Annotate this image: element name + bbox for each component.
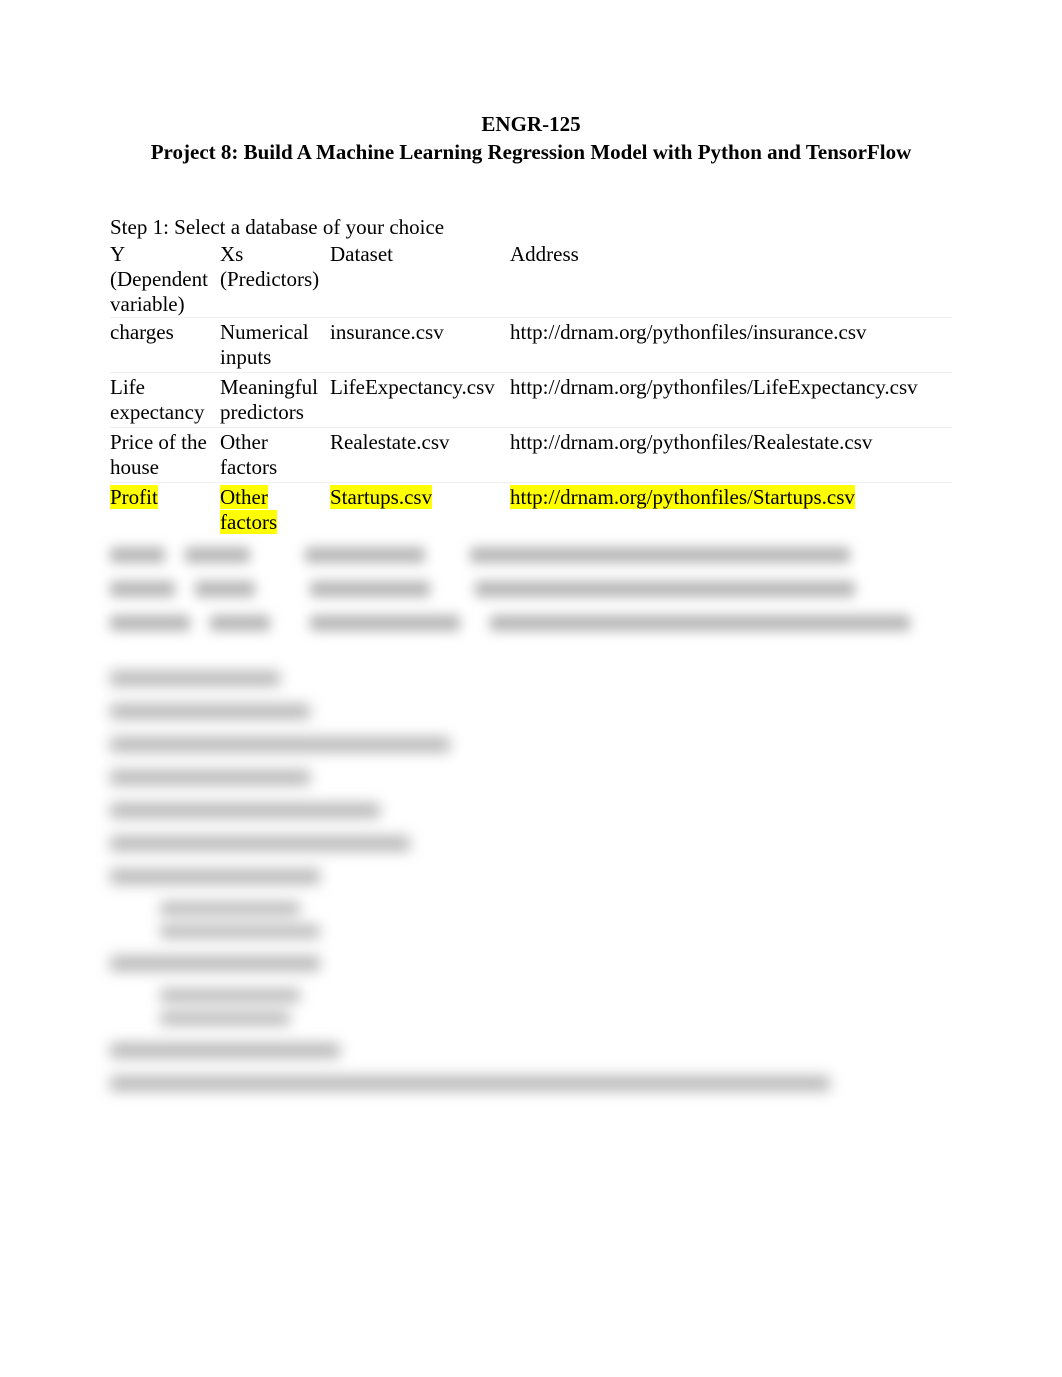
cell-dataset: Realestate.csv [330,427,510,482]
table-row: charges Numerical inputs insurance.csv h… [110,317,952,372]
col-y: Y (Dependent variable) [110,242,220,318]
cell-dataset: Startups.csv [330,482,510,537]
document-page: ENGR-125 Project 8: Build A Machine Lear… [0,0,1062,1169]
cell-dataset: LifeExpectancy.csv [330,372,510,427]
cell-xs: Numerical inputs [220,317,330,372]
table-row-highlighted: Profit Other factors Startups.csv http:/… [110,482,952,537]
col-xs: Xs (Predictors) [220,242,330,318]
cell-address: http://drnam.org/pythonfiles/Startups.cs… [510,482,952,537]
cell-y: Profit [110,482,220,537]
cell-address: http://drnam.org/pythonfiles/Realestate.… [510,427,952,482]
table-row: Price of the house Other factors Realest… [110,427,952,482]
cell-y: Life expectancy [110,372,220,427]
table-row: Life expectancy Meaningful predictors Li… [110,372,952,427]
cell-y: Price of the house [110,427,220,482]
blurred-steps [110,671,952,1091]
cell-xs: Other factors [220,427,330,482]
cell-dataset: insurance.csv [330,317,510,372]
cell-xs: Meaningful predictors [220,372,330,427]
cell-xs: Other factors [220,482,330,537]
dataset-table: Y (Dependent variable) Xs (Predictors) D… [110,242,952,537]
course-code: ENGR-125 [110,110,952,138]
table-header-row: Y (Dependent variable) Xs (Predictors) D… [110,242,952,318]
cell-y: charges [110,317,220,372]
cell-address: http://drnam.org/pythonfiles/insurance.c… [510,317,952,372]
title-block: ENGR-125 Project 8: Build A Machine Lear… [110,110,952,167]
project-title: Project 8: Build A Machine Learning Regr… [110,138,952,166]
col-dataset: Dataset [330,242,510,318]
blurred-extra-rows [110,547,952,631]
col-address: Address [510,242,952,318]
cell-address: http://drnam.org/pythonfiles/LifeExpecta… [510,372,952,427]
step1-heading: Step 1: Select a database of your choice [110,215,952,240]
